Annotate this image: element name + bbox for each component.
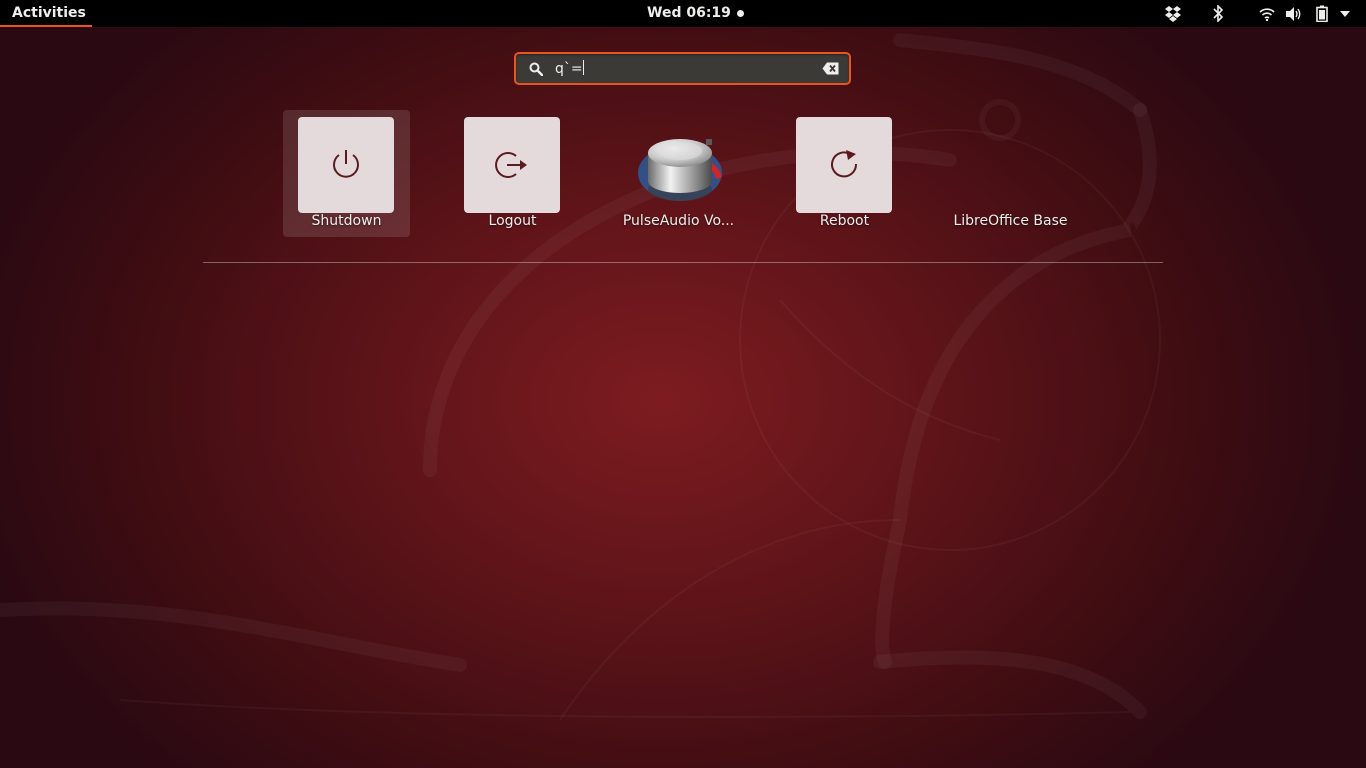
activities-button[interactable]: Activities (0, 0, 92, 27)
top-bar: Activities Wed 06:19 (0, 0, 1366, 27)
search-icon (529, 62, 544, 81)
volume-knob-icon (638, 139, 722, 201)
activities-indicator (0, 25, 92, 27)
volume-icon[interactable] (1284, 4, 1304, 23)
power-icon (333, 150, 359, 178)
system-menu-arrow-icon[interactable] (1337, 4, 1353, 23)
result-label: Reboot (819, 213, 870, 229)
clock-button[interactable]: Wed 06:19 (647, 0, 744, 27)
bluetooth-icon[interactable] (1208, 4, 1228, 23)
result-label: Shutdown (311, 213, 382, 229)
clear-search-icon[interactable] (822, 62, 839, 80)
result-label: Logout (488, 213, 537, 229)
shutdown-tile (298, 117, 394, 213)
results-separator (203, 262, 1163, 263)
result-libreoffice-base[interactable]: LibreOffice Base (947, 110, 1074, 237)
result-reboot[interactable]: Reboot (781, 110, 908, 237)
clock-label: Wed 06:19 (647, 5, 731, 21)
result-pulseaudio[interactable]: PulseAudio Vo... (615, 110, 742, 237)
battery-icon[interactable] (1314, 4, 1330, 23)
logout-tile (464, 117, 560, 213)
text-caret (582, 60, 584, 75)
result-logout[interactable]: Logout (449, 110, 576, 237)
result-label: PulseAudio Vo... (622, 213, 735, 229)
reboot-tile (796, 117, 892, 213)
activities-label: Activities (12, 5, 86, 21)
search-text: q`= (555, 60, 584, 78)
search-input[interactable]: q`= (514, 52, 851, 85)
notification-dot-icon (736, 10, 744, 17)
wifi-icon[interactable] (1257, 4, 1277, 23)
reboot-icon (831, 150, 858, 178)
search-value: q`= (555, 61, 583, 77)
result-shutdown[interactable]: Shutdown (283, 110, 410, 237)
result-label: LibreOffice Base (953, 213, 1068, 229)
logout-icon (495, 152, 527, 178)
dropbox-icon[interactable] (1162, 4, 1184, 23)
